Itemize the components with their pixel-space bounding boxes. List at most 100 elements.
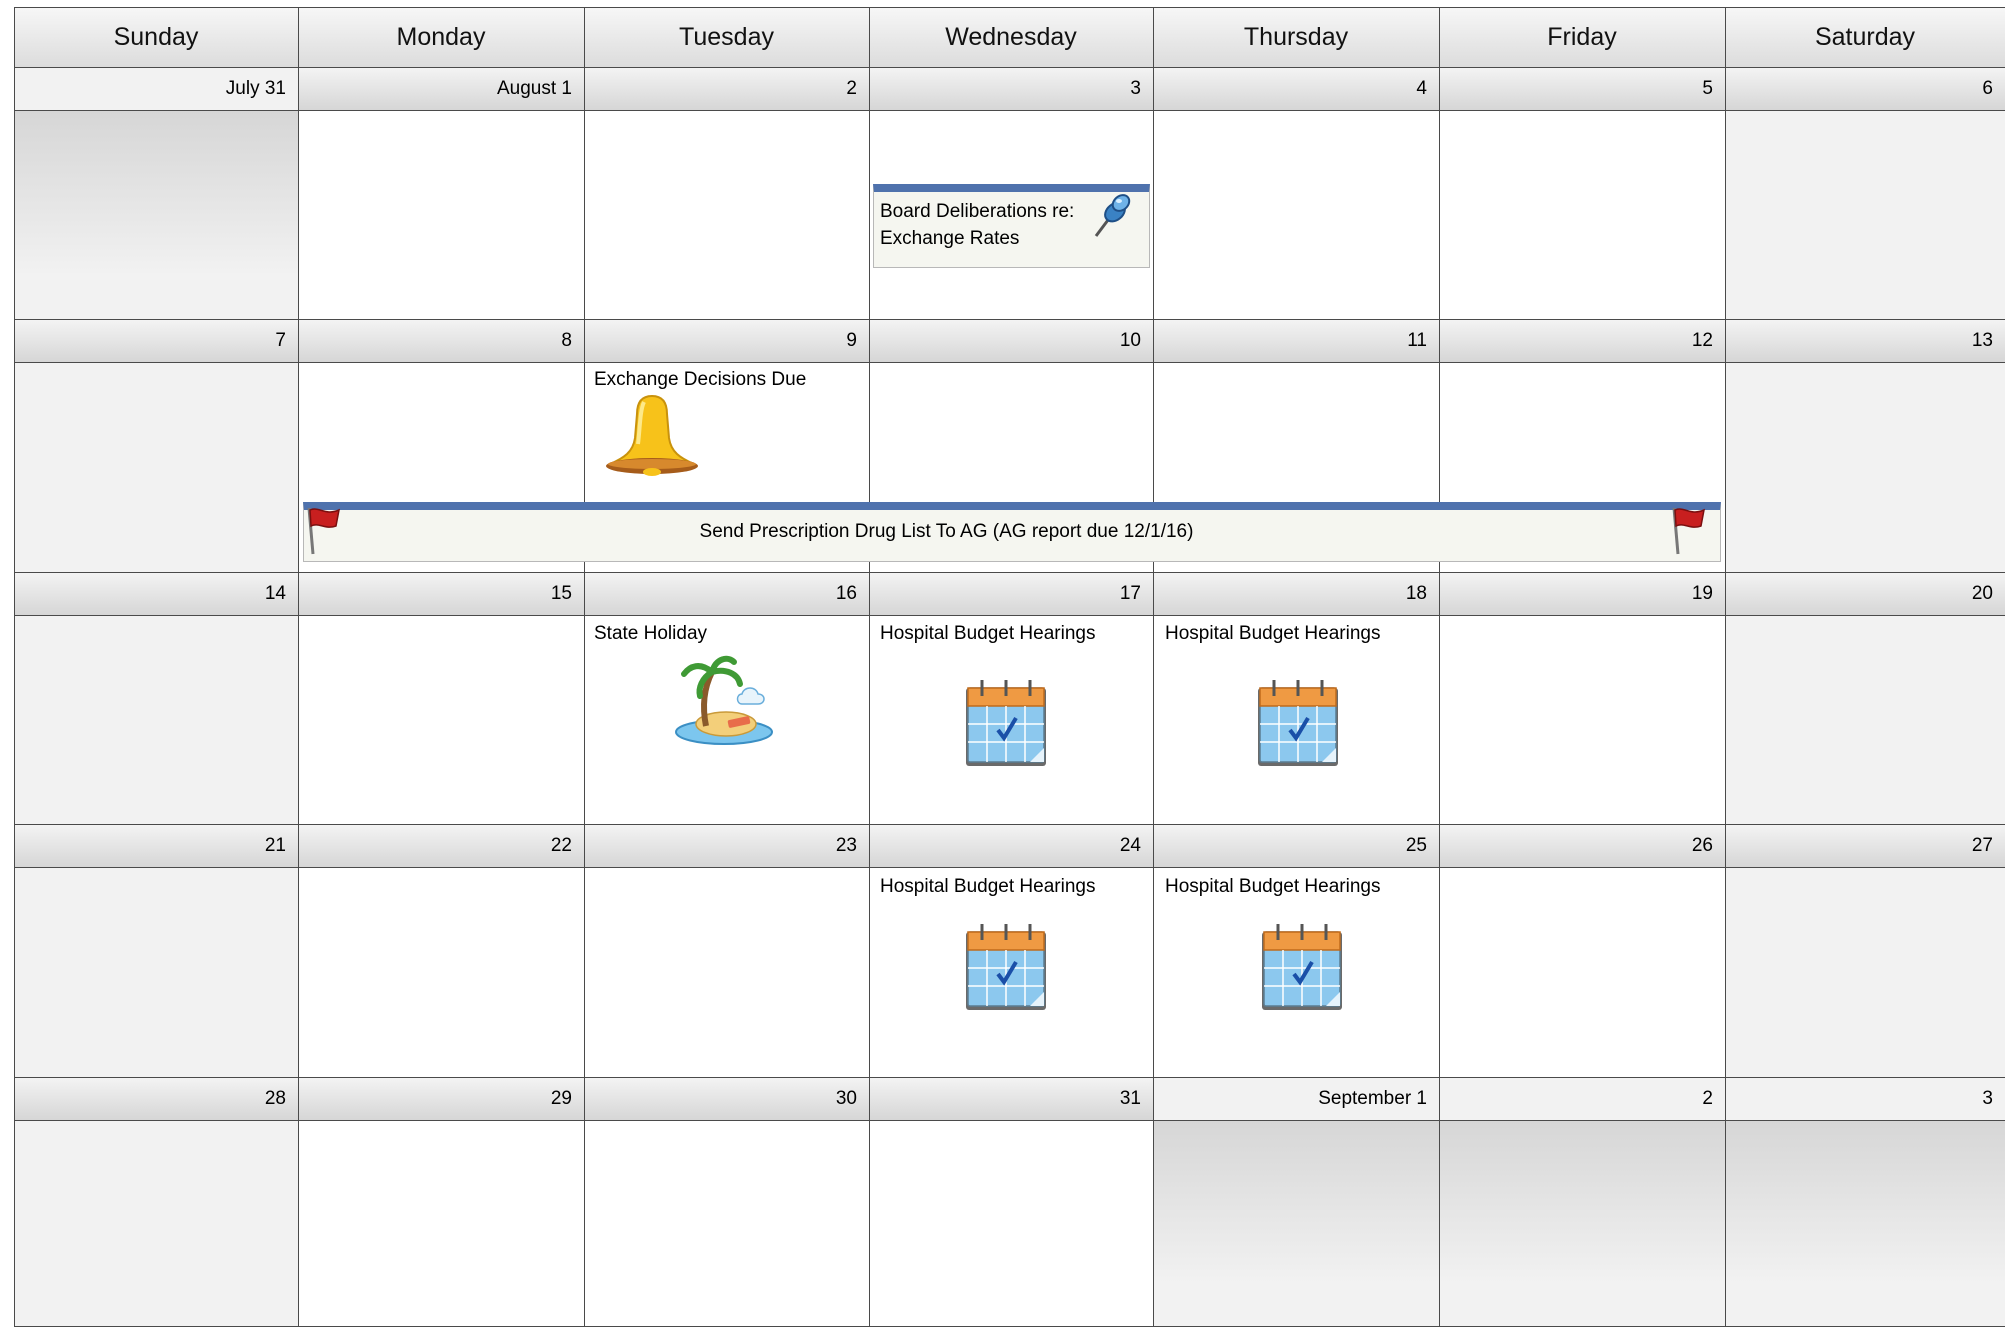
grid-line — [1725, 7, 1726, 1326]
day-number: 30 — [835, 1088, 857, 1109]
day-number: 25 — [1405, 835, 1427, 856]
day-number: 22 — [550, 835, 572, 856]
day-number: 2 — [846, 78, 857, 99]
day-number: 6 — [1982, 78, 1993, 99]
day-cell[interactable] — [298, 867, 584, 1077]
day-cell[interactable] — [1153, 110, 1439, 319]
day-cell[interactable] — [14, 362, 298, 572]
grid-line — [14, 319, 2005, 320]
grid-line — [14, 572, 2005, 573]
event-title-line2: Exchange Rates — [880, 228, 1020, 249]
weekday-header-saturday: Saturday — [1725, 7, 2005, 67]
day-cell[interactable] — [869, 1120, 1153, 1326]
day-cell[interactable] — [298, 615, 584, 824]
grid-line — [14, 824, 2005, 825]
weekday-header-tuesday: Tuesday — [584, 7, 869, 67]
event-title: Send Prescription Drug List To AG (AG re… — [699, 521, 1194, 542]
calendar-check-icon — [962, 922, 1050, 1012]
day-number: 19 — [1691, 583, 1713, 604]
day-number: 14 — [264, 583, 286, 604]
grid-line — [1439, 7, 1440, 1326]
day-number: August 1 — [497, 78, 572, 99]
red-flag-icon — [1668, 504, 1708, 556]
day-cell[interactable] — [1439, 110, 1725, 319]
grid-line — [14, 67, 2005, 68]
day-cell[interactable] — [1725, 615, 2005, 824]
day-number: July 31 — [225, 78, 286, 99]
day-number: 13 — [1971, 330, 1993, 351]
day-number: 26 — [1691, 835, 1713, 856]
calendar-check-icon — [962, 678, 1050, 768]
day-number: 12 — [1691, 330, 1713, 351]
weekday-header-sunday: Sunday — [14, 7, 298, 67]
day-number: 11 — [1407, 330, 1427, 351]
day-cell[interactable] — [14, 615, 298, 824]
palm-island-icon — [672, 652, 776, 748]
red-flag-icon — [303, 504, 343, 556]
day-number: 3 — [1130, 78, 1141, 99]
day-cell[interactable] — [1439, 615, 1725, 824]
weekday-header-thursday: Thursday — [1153, 7, 1439, 67]
grid-line — [14, 110, 2005, 111]
weekday-header-friday: Friday — [1439, 7, 1725, 67]
day-number: 24 — [1119, 835, 1141, 856]
calendar-check-icon — [1258, 922, 1346, 1012]
day-cell[interactable] — [1725, 110, 2005, 319]
weekday-header-wednesday: Wednesday — [869, 7, 1153, 67]
day-number: 7 — [275, 330, 286, 351]
event-hospital-budget-hearings[interactable]: Hospital Budget Hearings — [880, 620, 1095, 647]
day-cell[interactable] — [1439, 867, 1725, 1077]
grid-line — [298, 7, 299, 1326]
day-number: 31 — [1119, 1088, 1141, 1109]
day-cell[interactable] — [1725, 362, 2005, 572]
day-number: 9 — [846, 330, 857, 351]
day-cell[interactable] — [14, 1120, 298, 1326]
day-number: 20 — [1971, 583, 1993, 604]
day-cell[interactable] — [1439, 1120, 1725, 1326]
day-number: 3 — [1982, 1088, 1993, 1109]
calendar-check-icon — [1254, 678, 1342, 768]
day-number: 28 — [264, 1088, 286, 1109]
day-cell[interactable] — [298, 110, 584, 319]
grid-line — [14, 867, 2005, 868]
day-cell[interactable] — [584, 867, 869, 1077]
grid-line — [14, 7, 2005, 8]
bell-icon — [602, 392, 702, 478]
event-title-line1: Board Deliberations re: — [880, 201, 1075, 222]
grid-line — [869, 7, 870, 1326]
day-number: September 1 — [1318, 1088, 1427, 1109]
grid-line — [14, 1120, 2005, 1121]
event-hospital-budget-hearings[interactable]: Hospital Budget Hearings — [1165, 620, 1380, 647]
event-exchange-decisions[interactable]: Exchange Decisions Due — [594, 366, 806, 393]
day-number: 10 — [1119, 330, 1141, 351]
weekday-header-monday: Monday — [298, 7, 584, 67]
day-cell[interactable] — [1725, 1120, 2005, 1326]
event-state-holiday[interactable]: State Holiday — [594, 620, 707, 647]
pushpin-icon — [1088, 190, 1134, 242]
day-number: 15 — [550, 583, 572, 604]
grid-line — [14, 1077, 2005, 1078]
grid-line — [1153, 7, 1154, 1326]
day-number: 21 — [264, 835, 286, 856]
day-cell[interactable] — [584, 1120, 869, 1326]
day-number: 8 — [561, 330, 572, 351]
day-number: 27 — [1971, 835, 1993, 856]
day-number: 18 — [1405, 583, 1427, 604]
day-number: 5 — [1702, 78, 1713, 99]
grid-line — [584, 7, 585, 1326]
day-number: 2 — [1702, 1088, 1713, 1109]
day-cell[interactable] — [14, 110, 298, 319]
day-number: 17 — [1119, 583, 1141, 604]
day-cell[interactable] — [1153, 1120, 1439, 1326]
day-cell[interactable] — [298, 1120, 584, 1326]
grid-line — [14, 362, 2005, 363]
grid-line — [14, 7, 15, 1326]
event-hospital-budget-hearings[interactable]: Hospital Budget Hearings — [1165, 873, 1380, 900]
day-number: 23 — [835, 835, 857, 856]
day-number: 29 — [550, 1088, 572, 1109]
day-cell[interactable] — [584, 110, 869, 319]
event-hospital-budget-hearings[interactable]: Hospital Budget Hearings — [880, 873, 1095, 900]
day-number: 4 — [1416, 78, 1427, 99]
day-cell[interactable] — [1725, 867, 2005, 1077]
day-cell[interactable] — [14, 867, 298, 1077]
